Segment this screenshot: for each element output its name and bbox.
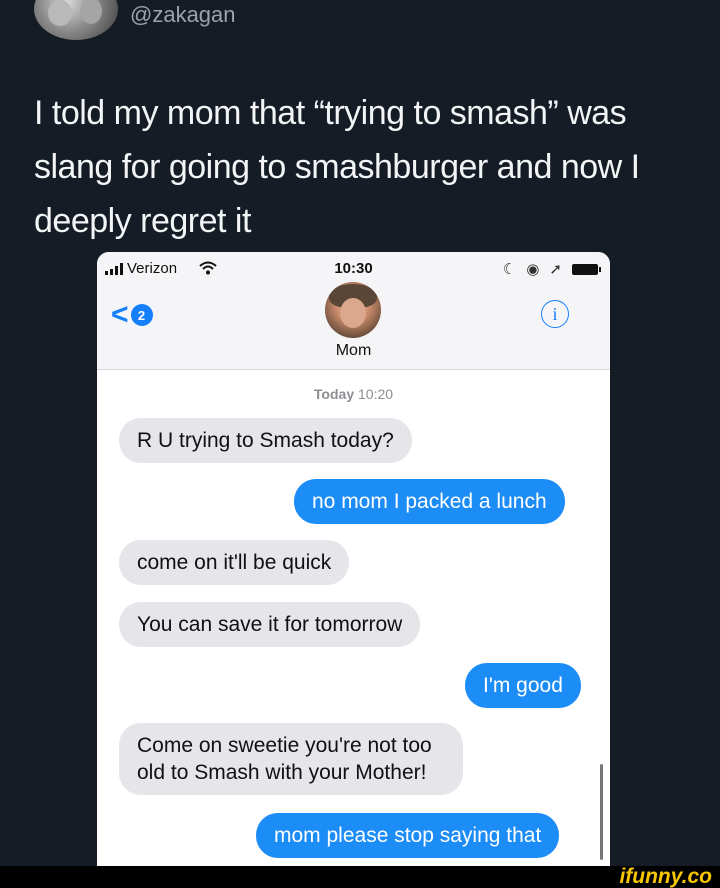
contact-name[interactable]: Mom (97, 342, 610, 360)
watermark-bar: ifunny.co (0, 866, 720, 888)
avatar-face (80, 0, 102, 24)
message-timestamp: Today 10:20 (97, 386, 610, 402)
user-handle[interactable]: @zakagan (130, 2, 236, 28)
location-icon: ➚ (549, 261, 562, 278)
message-bubble-sent[interactable]: no mom I packed a lunch (294, 479, 565, 524)
message-bubble-received[interactable]: You can save it for tomorrow (119, 602, 421, 647)
moon-icon: ☾ (502, 261, 517, 278)
timestamp-day: Today (313, 386, 355, 402)
message-bubble-received[interactable]: R U trying to Smash today? (119, 418, 412, 463)
info-icon: i (552, 303, 558, 324)
message-bubble-received[interactable]: come on it'll be quick (119, 540, 350, 585)
message-bubble-received[interactable]: Come on sweetie you're not too old to Sm… (119, 723, 463, 795)
tweet-header: @zakagan (0, 0, 720, 60)
avatar-face (340, 298, 366, 328)
back-button[interactable]: < 2 (111, 300, 153, 330)
status-icons: ☾ ◉ ➚ (502, 260, 601, 278)
battery-icon (572, 263, 601, 275)
message-bubble-sent[interactable]: I'm good (465, 663, 581, 708)
contact-avatar[interactable] (325, 282, 381, 338)
unread-count-badge: 2 (130, 304, 153, 326)
conversation-header: Verizon 10:30 ☾ ◉ ➚ < 2 Mom i (97, 252, 610, 370)
messages-screenshot: Verizon 10:30 ☾ ◉ ➚ < 2 Mom i Today 10:2… (97, 252, 610, 866)
chevron-left-icon: < (111, 298, 129, 331)
avatar-face (48, 0, 72, 26)
scrollbar[interactable] (600, 764, 603, 860)
site-watermark: ifunny.co (619, 865, 712, 888)
user-avatar[interactable] (34, 0, 118, 40)
message-bubble-sent[interactable]: mom please stop saying that (256, 813, 560, 858)
status-bar: Verizon 10:30 ☾ ◉ ➚ (97, 252, 610, 284)
tweet-text: I told my mom that “trying to smash” was… (34, 94, 640, 240)
timestamp-time: 10:20 (358, 386, 394, 402)
info-button[interactable]: i (541, 300, 569, 328)
orientation-lock-icon: ◉ (526, 261, 540, 278)
